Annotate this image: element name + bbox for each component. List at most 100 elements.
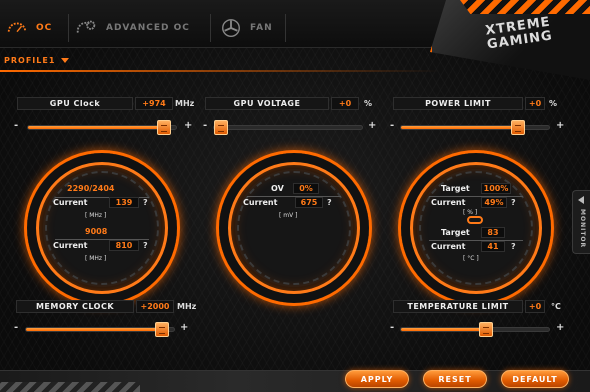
power-dial-ring (419, 171, 533, 285)
tab-fan-label: FAN (250, 23, 273, 33)
power-limit-slider[interactable] (400, 120, 550, 135)
temp-unit: [ °C ] (463, 255, 479, 262)
voltage-current-label: Current (243, 198, 278, 207)
clock-dial: 2290/2404 Current 139 ? [ MHz ] 9008 Cur… (27, 153, 177, 303)
power-unit: [ % ] (463, 209, 478, 216)
power-current-label: Current (431, 198, 466, 207)
power-dial: Target 100% Current 49% ? [ % ] Target 8… (401, 153, 551, 303)
power-limit-slider-fill (401, 126, 523, 129)
gpu-clock-slider-fill (28, 126, 171, 129)
gpu-voltage-slider-thumb[interactable] (214, 120, 228, 135)
gpu-voltage-unit: % (364, 99, 373, 108)
voltage-help-icon[interactable]: ? (327, 198, 332, 207)
brand-text: XTREME GAMING (463, 12, 576, 55)
tab-fan[interactable]: FAN (220, 14, 273, 42)
tab-divider (210, 14, 211, 42)
temp-target-value: 83 (481, 227, 505, 238)
apply-button[interactable]: APPLY (345, 370, 409, 388)
monitor-tab[interactable]: MONITOR (572, 190, 590, 254)
gpu-clock-label: GPU Clock (17, 97, 133, 110)
power-target-value: 100% (481, 183, 511, 194)
hazard-stripe (0, 382, 140, 392)
profile-label: PROFILE1 (4, 56, 56, 65)
gpu-voltage-label: GPU VOLTAGE (205, 97, 329, 110)
power-target-label: Target (441, 184, 470, 193)
tab-advanced-oc-label: ADVANCED OC (106, 23, 190, 33)
memory-clock-plus-button[interactable]: + (180, 322, 188, 333)
fan-icon (222, 19, 240, 37)
tab-divider (285, 14, 286, 42)
ov-value: 0% (293, 183, 319, 194)
oc-app-window: OC ADVANCED OC FAN XTREME GAMING PROFILE… (0, 0, 590, 392)
memory-clock-value[interactable]: +2000 (136, 300, 174, 313)
gear-gauge-icon (76, 20, 96, 33)
temp-target-label: Target (441, 228, 470, 237)
profile-divider (0, 70, 440, 72)
dial-divider (247, 196, 341, 197)
dial-divider (429, 196, 523, 197)
temperature-limit-label: TEMPERATURE LIMIT (393, 300, 523, 313)
mem-unit: [ MHz ] (85, 255, 107, 262)
temperature-limit-minus-button[interactable]: - (390, 322, 394, 333)
mem-current-label: Current (53, 241, 88, 250)
brand-logo: XTREME GAMING (430, 0, 590, 80)
gpu-clock-unit: MHz (175, 99, 195, 108)
memory-clock-slider[interactable] (25, 322, 175, 337)
gpu-voltage-minus-button[interactable]: - (203, 120, 207, 131)
power-limit-slider-thumb[interactable] (510, 120, 525, 135)
memory-clock-unit: MHz (177, 302, 197, 311)
chevron-left-icon (578, 196, 584, 204)
gpu-clock-minus-button[interactable]: - (14, 120, 18, 131)
temp-current-label: Current (431, 242, 466, 251)
memory-clock-slider-fill (26, 328, 169, 331)
gauge-icon (7, 22, 27, 33)
gpu-clock-slider-thumb[interactable] (156, 120, 171, 135)
mem-help-icon[interactable]: ? (143, 241, 148, 250)
gpu-voltage-plus-button[interactable]: + (368, 120, 376, 131)
ov-label: OV (271, 184, 284, 193)
temperature-limit-unit: °C (551, 302, 561, 311)
profile-selector[interactable]: PROFILE1 (4, 56, 70, 65)
temp-help-icon[interactable]: ? (511, 242, 516, 251)
gpu-clock-plus-button[interactable]: + (184, 120, 192, 131)
gpu-voltage-slider[interactable] (213, 120, 363, 135)
voltage-current-value: 675 (295, 197, 323, 208)
core-current-label: Current (53, 198, 88, 207)
power-limit-plus-button[interactable]: + (556, 120, 564, 131)
gpu-voltage-value[interactable]: +0 (331, 97, 359, 110)
mem-clock-range: 9008 (85, 227, 108, 236)
chevron-down-icon (61, 58, 70, 63)
power-limit-minus-button[interactable]: - (390, 120, 394, 131)
gpu-clock-value[interactable]: +974 (135, 97, 173, 110)
reset-button[interactable]: RESET (423, 370, 487, 388)
default-button[interactable]: DEFAULT (501, 370, 569, 388)
memory-clock-minus-button[interactable]: - (14, 322, 18, 333)
core-current-value: 139 (109, 197, 139, 208)
power-limit-label: POWER LIMIT (393, 97, 523, 110)
voltage-dial: OV 0% Current 675 ? [ mV ] (219, 153, 369, 303)
tab-oc[interactable]: OC (6, 14, 52, 42)
dial-divider (429, 240, 523, 241)
temp-current-value: 41 (481, 241, 505, 252)
power-limit-unit: % (549, 99, 558, 108)
tab-advanced-oc[interactable]: ADVANCED OC (76, 14, 190, 42)
mem-current-value: 810 (109, 240, 139, 251)
memory-clock-slider-thumb[interactable] (154, 322, 169, 337)
power-limit-value[interactable]: +0 (525, 97, 545, 110)
core-clock-range: 2290/2404 (67, 184, 115, 193)
power-help-icon[interactable]: ? (511, 198, 516, 207)
core-help-icon[interactable]: ? (143, 198, 148, 207)
temperature-limit-slider[interactable] (400, 322, 550, 337)
temperature-limit-slider-thumb[interactable] (478, 322, 493, 337)
temperature-limit-plus-button[interactable]: + (556, 322, 564, 333)
tab-divider (68, 14, 69, 42)
core-unit: [ MHz ] (85, 212, 107, 219)
temperature-limit-slider-fill (401, 328, 487, 331)
gpu-clock-slider[interactable] (27, 120, 177, 135)
monitor-label: MONITOR (579, 209, 586, 249)
memory-clock-label: MEMORY CLOCK (16, 300, 134, 313)
voltage-unit: [ mV ] (279, 212, 298, 219)
temperature-limit-value[interactable]: +0 (525, 300, 545, 313)
link-icon[interactable] (467, 216, 483, 224)
tab-oc-label: OC (36, 23, 53, 33)
